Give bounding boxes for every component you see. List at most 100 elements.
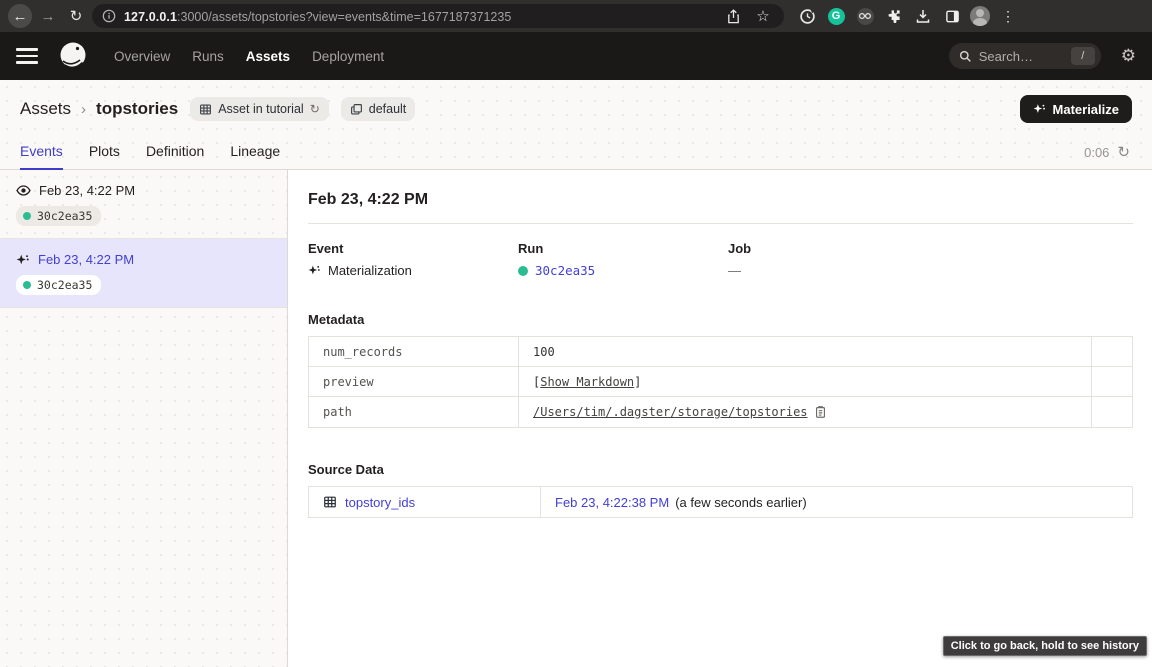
event-list-item-observation[interactable]: Feb 23, 4:22 PM 30c2ea35 xyxy=(0,170,287,239)
job-value: — xyxy=(728,263,741,278)
browser-profile-avatar[interactable] xyxy=(970,6,990,26)
event-detail-title: Feb 23, 4:22 PM xyxy=(308,186,1133,224)
sparkle-icon xyxy=(1033,103,1046,116)
show-markdown-link[interactable]: Show Markdown xyxy=(540,375,634,389)
source-data-section-title: Source Data xyxy=(308,462,1133,477)
event-column: Event Materialization xyxy=(308,241,518,278)
copy-path-icon[interactable] xyxy=(814,405,827,419)
default-group-tag-label: default xyxy=(369,102,407,116)
goggles-glyph xyxy=(857,8,874,25)
tab-events[interactable]: Events xyxy=(20,143,63,170)
metadata-value: 100 xyxy=(533,345,555,359)
job-column-label: Job xyxy=(728,241,938,256)
event-detail-panel: Feb 23, 4:22 PM Event Materialization Ru… xyxy=(288,170,1152,667)
event-column-label: Event xyxy=(308,241,518,256)
table-row: preview [Show Markdown] xyxy=(309,367,1132,397)
goggles-extension-icon[interactable] xyxy=(854,5,876,27)
path-link[interactable]: /Users/tim/.dagster/storage/topstories xyxy=(533,405,808,419)
source-asset-link[interactable]: topstory_ids xyxy=(345,495,415,510)
downloads-icon[interactable] xyxy=(912,5,934,27)
refresh-countdown: 0:06 xyxy=(1084,145,1109,160)
nav-item-overview[interactable]: Overview xyxy=(114,49,170,64)
asset-page-header: Assets › topstories Asset in tutorial ↻ … xyxy=(0,80,1152,170)
layers-icon xyxy=(350,103,363,116)
share-icon[interactable] xyxy=(722,5,744,27)
settings-gear-icon[interactable]: ⚙ xyxy=(1121,46,1136,66)
url-path: :3000/assets/topstories?view=events&time… xyxy=(177,10,511,24)
run-status-dot xyxy=(23,212,31,220)
grammarly-g: G xyxy=(828,8,845,25)
extensions-area: G ⋮ xyxy=(788,5,1019,27)
tab-lineage[interactable]: Lineage xyxy=(230,143,280,170)
run-id-label: 30c2ea35 xyxy=(37,209,92,223)
table-row: topstory_ids Feb 23, 4:22:38 PM (a few s… xyxy=(309,487,1132,517)
extensions-puzzle-icon[interactable] xyxy=(883,5,905,27)
default-group-tag[interactable]: default xyxy=(341,97,416,121)
reload-icon: ↻ xyxy=(70,7,83,25)
run-status-dot xyxy=(23,281,31,289)
side-panel-icon[interactable] xyxy=(941,5,963,27)
nav-item-assets[interactable]: Assets xyxy=(246,49,290,64)
run-id-link[interactable]: 30c2ea35 xyxy=(535,263,595,278)
browser-back-tooltip: Click to go back, hold to see history xyxy=(943,636,1147,656)
tab-plots[interactable]: Plots xyxy=(89,143,120,170)
primary-nav: Overview Runs Assets Deployment xyxy=(114,49,384,64)
metadata-key: preview xyxy=(309,367,519,396)
table-grid-icon xyxy=(323,495,337,509)
event-list-item-materialization[interactable]: Feb 23, 4:22 PM 30c2ea35 xyxy=(0,239,287,308)
table-grid-icon xyxy=(199,103,212,116)
search-input[interactable]: Search… / xyxy=(949,43,1101,69)
job-column: Job — xyxy=(728,241,938,278)
metadata-table: num_records 100 preview [Show Markdown] … xyxy=(308,336,1133,428)
address-bar[interactable]: 127.0.0.1:3000/assets/topstories?view=ev… xyxy=(92,4,784,28)
event-list-sidebar: Feb 23, 4:22 PM 30c2ea35 Feb 23, 4:22 PM… xyxy=(0,170,288,667)
breadcrumb-assets-link[interactable]: Assets xyxy=(20,99,71,119)
table-row: num_records 100 xyxy=(309,337,1132,367)
metadata-section-title: Metadata xyxy=(308,312,1133,327)
sparkle-icon xyxy=(16,253,30,267)
search-shortcut-key: / xyxy=(1071,47,1095,65)
app-nav-bar: Overview Runs Assets Deployment Search… … xyxy=(0,32,1152,80)
metadata-key: path xyxy=(309,397,519,427)
asset-group-tag-label: Asset in tutorial xyxy=(218,102,303,116)
event-timestamp: Feb 23, 4:22 PM xyxy=(38,252,134,267)
event-timestamp: Feb 23, 4:22 PM xyxy=(39,183,135,198)
back-arrow-icon: ← xyxy=(13,8,28,25)
refresh-timer: 0:06 ↻ xyxy=(1084,143,1142,170)
nav-item-runs[interactable]: Runs xyxy=(192,49,224,64)
browser-toolbar: ← → ↻ 127.0.0.1:3000/assets/topstories?v… xyxy=(0,0,1152,32)
browser-reload-button[interactable]: ↻ xyxy=(64,4,88,28)
run-id-tag[interactable]: 30c2ea35 xyxy=(16,206,101,226)
browser-back-button[interactable]: ← xyxy=(8,4,32,28)
run-status-dot xyxy=(518,266,528,276)
grammarly-extension-icon[interactable]: G xyxy=(825,5,847,27)
run-id-tag[interactable]: 30c2ea35 xyxy=(16,275,101,295)
breadcrumb: Assets › topstories xyxy=(20,99,178,119)
nav-item-deployment[interactable]: Deployment xyxy=(312,49,384,64)
hamburger-menu-icon[interactable] xyxy=(16,42,44,70)
asset-tabs: Events Plots Definition Lineage xyxy=(20,143,280,170)
source-timestamp-link[interactable]: Feb 23, 4:22:38 PM xyxy=(555,495,669,510)
browser-menu-icon[interactable]: ⋮ xyxy=(997,5,1019,27)
search-icon xyxy=(959,50,972,63)
refresh-icon[interactable]: ↻ xyxy=(1117,143,1130,161)
source-relative-time: (a few seconds earlier) xyxy=(675,495,807,510)
metadata-empty-cell xyxy=(1092,397,1132,427)
tab-definition[interactable]: Definition xyxy=(146,143,204,170)
reload-definitions-icon[interactable]: ↻ xyxy=(310,102,320,116)
eye-icon xyxy=(16,183,31,198)
bracket-open: [ xyxy=(533,375,540,389)
search-placeholder: Search… xyxy=(979,49,1064,64)
bookmark-star-icon[interactable]: ☆ xyxy=(752,5,774,27)
clock-extension-icon[interactable] xyxy=(796,5,818,27)
dagster-logo[interactable] xyxy=(56,39,90,73)
url-host: 127.0.0.1 xyxy=(124,10,177,24)
materialize-button[interactable]: Materialize xyxy=(1020,95,1132,123)
run-id-label: 30c2ea35 xyxy=(37,278,92,292)
asset-group-tag[interactable]: Asset in tutorial ↻ xyxy=(190,97,329,121)
metadata-empty-cell xyxy=(1092,367,1132,396)
site-info-icon[interactable] xyxy=(102,9,116,23)
source-data-table: topstory_ids Feb 23, 4:22:38 PM (a few s… xyxy=(308,486,1133,518)
sparkle-icon xyxy=(308,264,321,277)
browser-forward-button[interactable]: → xyxy=(36,4,60,28)
